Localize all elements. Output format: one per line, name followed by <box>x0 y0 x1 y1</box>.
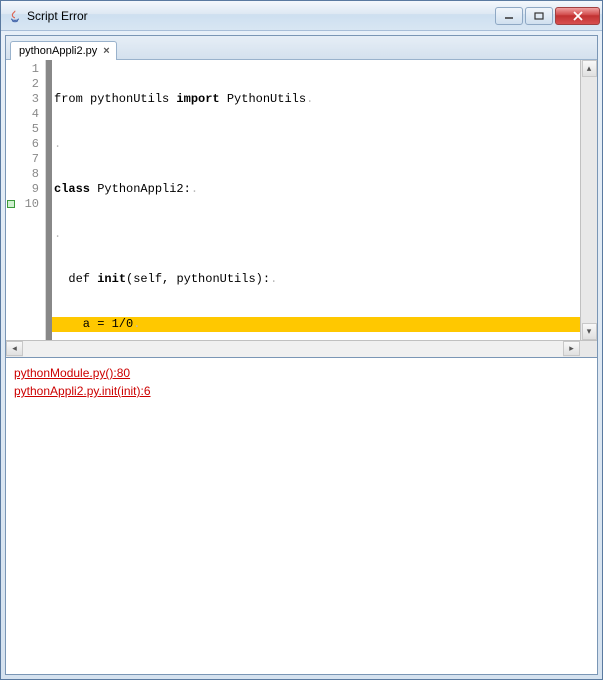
content-area: pythonAppli2.py × 1 2 3 4 5 6 7 8 9 10 <box>5 35 598 675</box>
editor-pane: 1 2 3 4 5 6 7 8 9 10 from pythonUtils im… <box>6 60 597 358</box>
hscroll-track[interactable] <box>23 341 563 357</box>
line-number: 8 <box>6 167 43 182</box>
line-number: 10 <box>6 197 43 212</box>
line-number: 6 <box>6 137 43 152</box>
maximize-button[interactable] <box>525 7 553 25</box>
line-number: 1 <box>6 62 43 77</box>
titlebar[interactable]: Script Error <box>1 1 602 31</box>
gutter-marker-icon <box>7 200 15 208</box>
line-number: 4 <box>6 107 43 122</box>
horizontal-scrollbar[interactable]: ◂ ▸ <box>6 340 597 357</box>
close-button[interactable] <box>555 7 600 25</box>
code-line-highlighted: a = 1/0. <box>52 317 580 332</box>
scroll-left-icon[interactable]: ◂ <box>6 341 23 356</box>
error-link[interactable]: pythonAppli2.py.init(init):6 <box>14 382 151 400</box>
code-viewport: 1 2 3 4 5 6 7 8 9 10 from pythonUtils im… <box>6 60 597 340</box>
line-number: 7 <box>6 152 43 167</box>
scroll-up-icon[interactable]: ▴ <box>582 60 597 77</box>
editor-tabbar: pythonAppli2.py × <box>6 36 597 60</box>
error-panel: pythonModule.py():80 pythonAppli2.py.ini… <box>6 358 597 674</box>
window-controls <box>495 7 600 25</box>
tab-label: pythonAppli2.py <box>19 45 97 57</box>
code-line: class PythonAppli2:. <box>52 182 580 197</box>
code-body[interactable]: from pythonUtils import PythonUtils. . c… <box>52 60 580 340</box>
code-line: from pythonUtils import PythonUtils. <box>52 92 580 107</box>
code-line: def init(self, pythonUtils):. <box>52 272 580 287</box>
line-number: 9 <box>6 182 43 197</box>
tab-close-icon[interactable]: × <box>103 45 109 57</box>
error-link[interactable]: pythonModule.py():80 <box>14 364 130 382</box>
line-number: 3 <box>6 92 43 107</box>
scroll-down-icon[interactable]: ▾ <box>582 323 597 340</box>
code-line: . <box>52 137 580 152</box>
java-app-icon <box>7 8 23 24</box>
minimize-button[interactable] <box>495 7 523 25</box>
line-number: 5 <box>6 122 43 137</box>
scroll-corner <box>580 341 597 356</box>
window-frame: Script Error pythonAppli2.py × 1 <box>0 0 603 680</box>
code-line: . <box>52 227 580 242</box>
line-number: 2 <box>6 77 43 92</box>
window-title: Script Error <box>27 9 495 23</box>
line-number-gutter: 1 2 3 4 5 6 7 8 9 10 <box>6 60 46 340</box>
scroll-right-icon[interactable]: ▸ <box>563 341 580 356</box>
vertical-scrollbar[interactable]: ▴ ▾ <box>580 60 597 340</box>
editor-tab-active[interactable]: pythonAppli2.py × <box>10 41 117 60</box>
